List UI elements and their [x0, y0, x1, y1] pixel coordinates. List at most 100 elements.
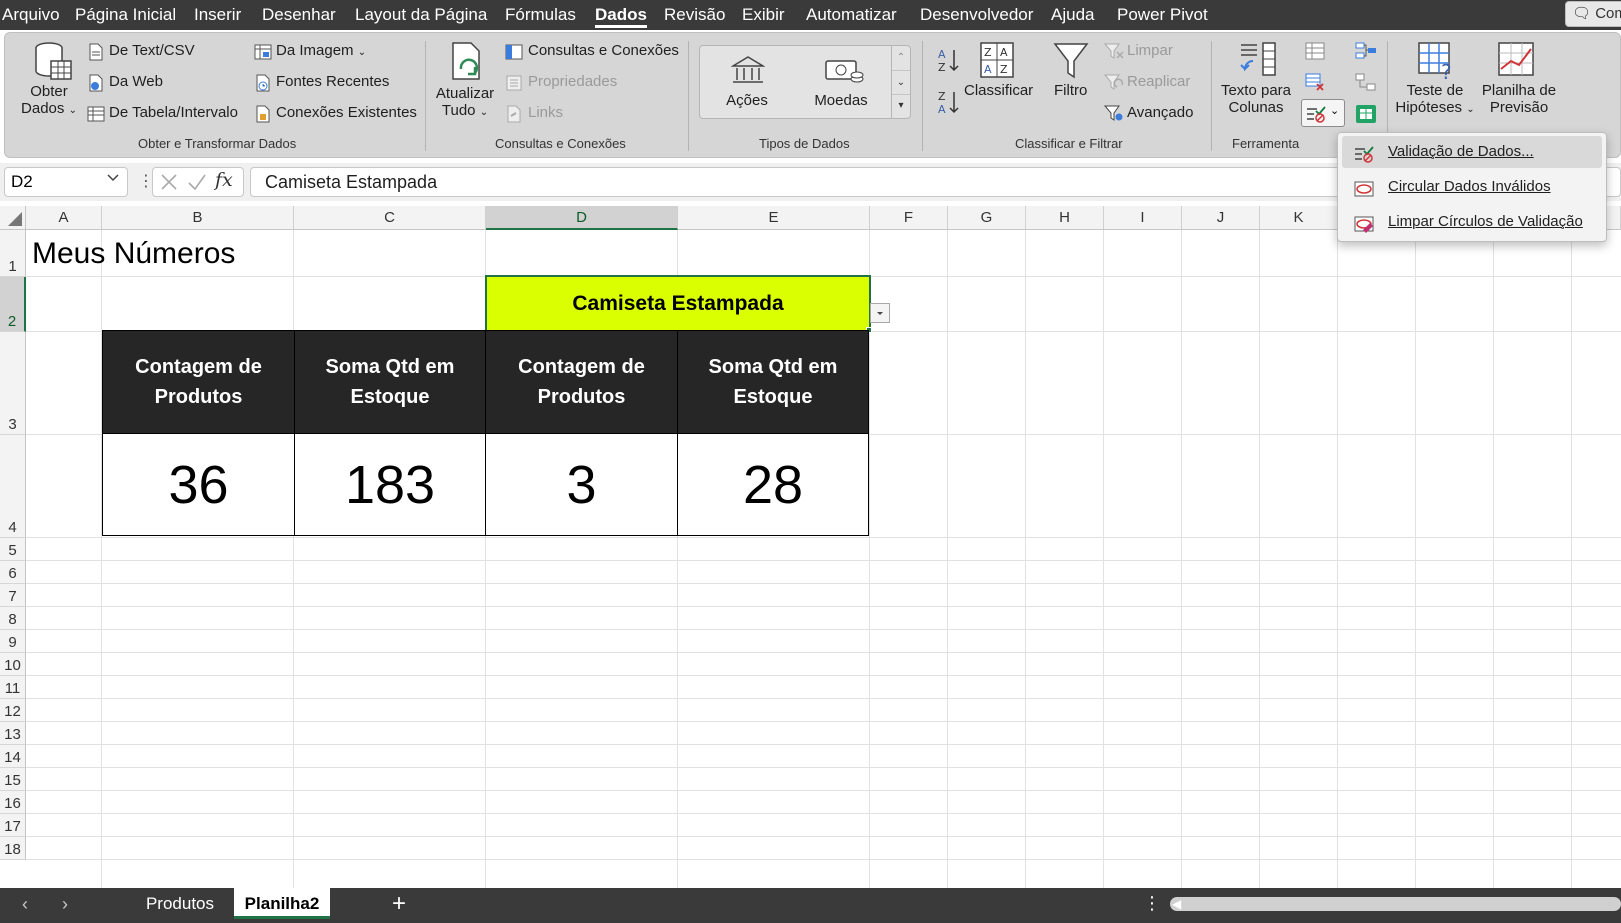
from-web-button[interactable]: Da Web — [109, 73, 163, 90]
chevron-right-icon[interactable]: › — [62, 894, 68, 915]
row-header-15[interactable]: 15 — [0, 768, 26, 791]
from-table-range-button[interactable]: De Tabela/Intervalo — [109, 104, 238, 121]
advanced-button[interactable]: Avançado — [1127, 104, 1193, 121]
queries-connections-button[interactable]: Consultas e Conexões — [528, 42, 679, 59]
sort-button[interactable]: Classificar — [964, 82, 1033, 99]
stocks-button[interactable]: Ações — [717, 92, 777, 109]
menu-inserir[interactable]: Inserir — [194, 0, 241, 30]
menu-pagina-inicial[interactable]: Página Inicial — [75, 0, 176, 30]
reapply-button[interactable]: Reaplicar — [1127, 73, 1190, 90]
more-icon[interactable]: ▾ — [892, 94, 910, 116]
value-cell[interactable]: 36 — [102, 433, 295, 536]
filter-button[interactable]: Filtro — [1054, 82, 1087, 99]
row-header-6[interactable]: 6 — [0, 561, 26, 584]
comments-button[interactable]: 🗨 Com — [1565, 1, 1621, 27]
menu-revisao[interactable]: Revisão — [664, 0, 725, 30]
sheet-tab-planilha2[interactable]: Planilha2 — [234, 888, 330, 919]
header-cell[interactable]: Contagem de Produtos — [485, 330, 678, 434]
column-header-g[interactable]: G — [948, 206, 1026, 230]
horizontal-scrollbar[interactable] — [1170, 897, 1621, 911]
from-image-button[interactable]: Da Imagem ⌄ — [276, 42, 366, 59]
properties-button[interactable]: Propriedades — [528, 73, 617, 90]
menu-item-circle-invalid[interactable]: Circular Dados Inválidos — [1342, 171, 1602, 203]
row-header-3[interactable]: 3 — [0, 332, 26, 435]
text-to-columns-button[interactable]: Texto para Colunas — [1218, 82, 1294, 116]
column-header-e[interactable]: E — [678, 206, 870, 230]
data-types-scroll[interactable]: ⌃ ⌄ ▾ — [891, 46, 910, 118]
row-header-17[interactable]: 17 — [0, 814, 26, 837]
menu-item-data-validation[interactable]: Validação de Dados... — [1342, 136, 1602, 168]
enter-icon[interactable] — [187, 172, 207, 195]
what-if-analysis-button[interactable]: Teste de Hipóteses ⌄ — [1395, 82, 1475, 116]
menu-dados[interactable]: Dados — [595, 0, 647, 30]
scroll-left-icon[interactable]: ◀ — [1172, 897, 1181, 911]
row-header-12[interactable]: 12 — [0, 699, 26, 722]
from-text-csv-button[interactable]: De Text/CSV — [109, 42, 195, 59]
menu-ajuda[interactable]: Ajuda — [1051, 0, 1094, 30]
selected-cell-d2[interactable]: Camiseta Estampada — [485, 275, 871, 332]
menu-item-clear-circles[interactable]: Limpar Círculos de Validação — [1342, 206, 1602, 238]
header-cell[interactable]: Contagem de Produtos — [102, 330, 295, 434]
validation-dropdown-arrow[interactable] — [870, 303, 890, 323]
menu-arquivo[interactable]: Arquivo — [2, 0, 60, 30]
menu-desenhar[interactable]: Desenhar — [262, 0, 336, 30]
row-header-18[interactable]: 18 — [0, 837, 26, 860]
menu-formulas[interactable]: Fórmulas — [505, 0, 576, 30]
insert-function-icon[interactable]: fx — [215, 169, 233, 191]
select-all-button[interactable] — [0, 206, 26, 230]
row-header-14[interactable]: 14 — [0, 745, 26, 768]
forecast-sheet-button[interactable]: Planilha de Previsão — [1477, 82, 1561, 116]
column-header-k[interactable]: K — [1260, 206, 1338, 230]
row-header-5[interactable]: 5 — [0, 538, 26, 561]
chevron-down-icon[interactable]: ⌄ — [892, 70, 910, 94]
recent-sources-button[interactable]: Fontes Recentes — [276, 73, 389, 90]
consolidate-icon[interactable] — [1355, 42, 1377, 60]
menu-desenvolvedor[interactable]: Desenvolvedor — [920, 0, 1033, 30]
header-cell[interactable]: Soma Qtd em Estoque — [294, 330, 486, 434]
column-header-j[interactable]: J — [1182, 206, 1260, 230]
column-header-c[interactable]: C — [294, 206, 486, 230]
row-header-16[interactable]: 16 — [0, 791, 26, 814]
menu-exibir[interactable]: Exibir — [742, 0, 785, 30]
flash-fill-icon[interactable] — [1305, 42, 1325, 60]
chevron-up-icon[interactable]: ⌃ — [892, 46, 910, 70]
sort-a-z-icon[interactable]: AZ — [937, 47, 961, 73]
row-header-8[interactable]: 8 — [0, 607, 26, 630]
data-model-icon[interactable] — [1355, 104, 1377, 124]
value-cell[interactable]: 28 — [677, 433, 869, 536]
sort-z-a-icon[interactable]: ZA — [937, 89, 961, 115]
row-header-13[interactable]: 13 — [0, 722, 26, 745]
sheet-tab-produtos[interactable]: Produtos — [128, 888, 232, 919]
row-header-7[interactable]: 7 — [0, 584, 26, 607]
row-header-1[interactable]: 1 — [0, 230, 26, 277]
sheet-title[interactable]: Meus Números — [26, 230, 486, 277]
clear-button[interactable]: Limpar — [1127, 42, 1173, 59]
more-options-icon[interactable]: ⋮ — [1143, 893, 1161, 914]
column-header-d[interactable]: D — [486, 206, 678, 230]
menu-layout-pagina[interactable]: Layout da Página — [355, 0, 487, 30]
existing-connections-button[interactable]: Conexões Existentes — [276, 104, 417, 121]
column-header-b[interactable]: B — [102, 206, 294, 230]
column-header-h[interactable]: H — [1026, 206, 1104, 230]
value-cell[interactable]: 3 — [485, 433, 678, 536]
refresh-all-button[interactable]: Atualizar Tudo ⌄ — [433, 85, 497, 119]
links-button[interactable]: Links — [528, 104, 563, 121]
column-header-f[interactable]: F — [870, 206, 948, 230]
header-cell[interactable]: Soma Qtd em Estoque — [677, 330, 869, 434]
chevron-down-icon[interactable] — [106, 170, 120, 187]
column-header-i[interactable]: I — [1104, 206, 1182, 230]
menu-power-pivot[interactable]: Power Pivot — [1117, 0, 1208, 30]
row-header-4[interactable]: 4 — [0, 435, 26, 538]
cancel-icon[interactable] — [159, 172, 179, 195]
column-header-a[interactable]: A — [26, 206, 102, 230]
get-data-button[interactable]: Obter Dados ⌄ — [19, 83, 79, 117]
menu-automatizar[interactable]: Automatizar — [806, 0, 897, 30]
chevron-left-icon[interactable]: ‹ — [22, 894, 28, 915]
data-validation-button[interactable]: ⌄ — [1301, 99, 1345, 127]
row-header-2[interactable]: 2 — [0, 277, 26, 332]
relationships-icon[interactable] — [1355, 73, 1377, 91]
row-header-11[interactable]: 11 — [0, 676, 26, 699]
row-header-9[interactable]: 9 — [0, 630, 26, 653]
add-sheet-button[interactable]: + — [392, 890, 406, 918]
row-header-10[interactable]: 10 — [0, 653, 26, 676]
